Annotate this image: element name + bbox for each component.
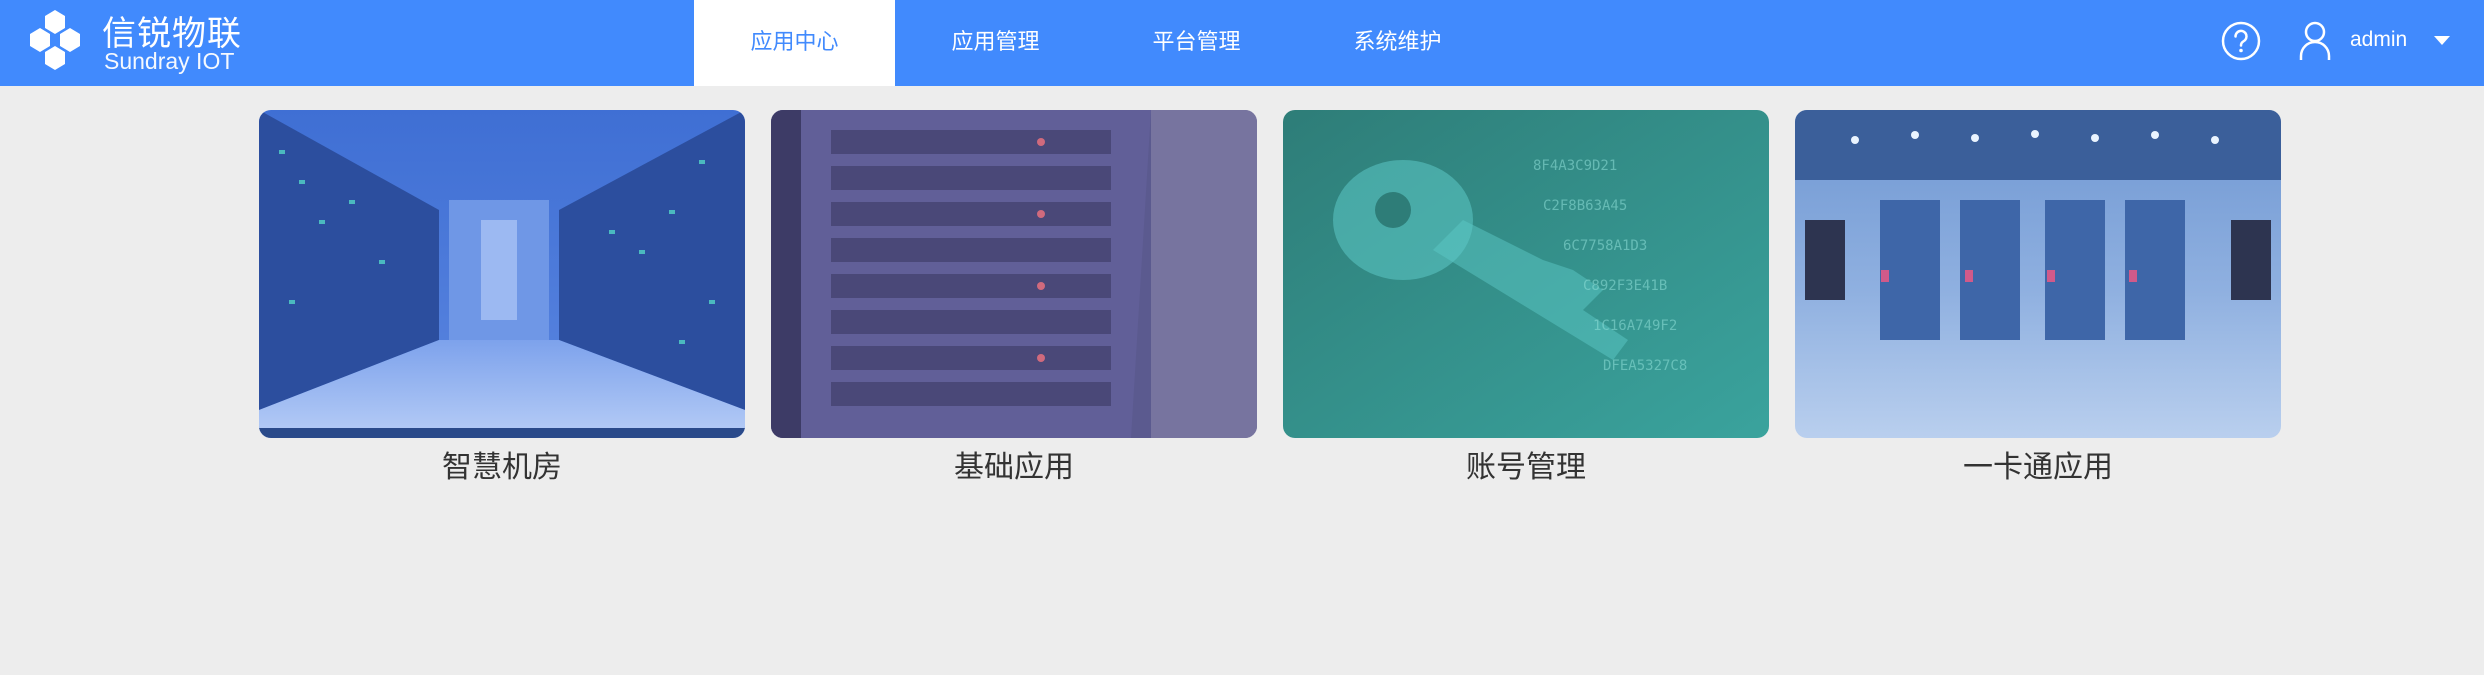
nav-tab-app-center[interactable]: 应用中心 [694,0,895,86]
server-rack-image [771,110,1257,438]
card-label: 智慧机房 [442,450,562,485]
svg-text:8F4A3C9D21: 8F4A3C9D21 [1533,158,1617,174]
help-circle-icon[interactable] [2220,20,2262,62]
card-label: 基础应用 [954,450,1074,485]
caret-down-icon[interactable] [2434,36,2450,45]
card-label: 一卡通应用 [1963,450,2113,485]
svg-text:1C16A749F2: 1C16A749F2 [1593,318,1677,334]
data-center-aisle-image [259,110,745,438]
digital-key-image: 8F4A3C9D21 C2F8B63A45 6C7758A1D3 C892F3E41… [1283,110,1769,438]
app-card-smart-datacenter[interactable]: 智慧机房 [259,110,745,485]
brand-name-en: Sundray IOT [104,48,235,74]
app-card-account-management[interactable]: 8F4A3C9D21 C2F8B63A45 6C7758A1D3 C892F3E41… [1283,110,1769,485]
server-room-image [1795,110,2281,438]
main-nav: 应用中心 应用管理 平台管理 系统维护 [694,0,1498,86]
nav-tab-app-management[interactable]: 应用管理 [895,0,1096,86]
svg-text:DFEA5327C8: DFEA5327C8 [1603,358,1687,374]
logo[interactable]: 信锐物联 Sundray IOT [24,6,254,78]
app-card-basic-apps[interactable]: 基础应用 [771,110,1257,485]
nav-tab-system-maintenance[interactable]: 系统维护 [1297,0,1498,86]
nav-tab-platform-management[interactable]: 平台管理 [1096,0,1297,86]
username[interactable]: admin [2350,28,2407,52]
top-navigation-bar: 信锐物联 Sundray IOT 应用中心 应用管理 平台管理 系统维护 adm… [0,0,2484,86]
app-card-smart-card-apps[interactable]: 一卡通应用 [1795,110,2281,485]
logo-hexagons-icon [30,10,80,70]
user-icon[interactable] [2298,20,2332,62]
svg-text:6C7758A1D3: 6C7758A1D3 [1563,238,1647,254]
svg-text:C2F8B63A45: C2F8B63A45 [1543,198,1627,214]
svg-text:C892F3E41B: C892F3E41B [1583,278,1667,294]
card-label: 账号管理 [1466,450,1586,485]
